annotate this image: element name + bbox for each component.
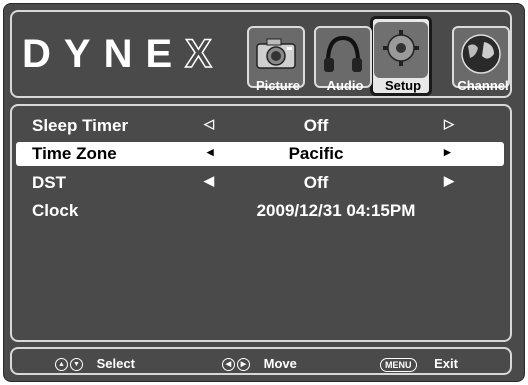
settings-panel <box>10 104 512 342</box>
exit-hint: MENU Exit <box>380 356 458 372</box>
move-hint: ◀ ▶ Move <box>222 356 297 372</box>
gear-icon <box>374 22 428 78</box>
sleep-timer-label: Sleep Timer <box>32 116 129 135</box>
left-arrow-icon[interactable]: ◀ <box>204 173 214 189</box>
move-hint-label: Move <box>263 356 297 371</box>
right-button-icon: ▶ <box>237 358 250 372</box>
left-button-icon: ◀ <box>222 358 235 372</box>
dynex-logo: DYNEX <box>22 31 225 77</box>
clock-label: Clock <box>32 201 79 220</box>
dst-value: Off <box>303 173 329 192</box>
left-arrow-icon[interactable]: ◁ <box>204 116 214 132</box>
tab-picture-label: Picture <box>255 78 301 93</box>
clock-value: 2009/12/31 04:15PM <box>256 201 416 220</box>
menu-row-time-zone[interactable]: Time Zone ◂ Pacific ▸ <box>16 142 504 166</box>
dst-label: DST <box>32 173 66 192</box>
select-hint-label: Select <box>96 356 135 371</box>
time-zone-label: Time Zone <box>32 144 117 163</box>
logo-main-text: DYNE <box>22 32 186 76</box>
tab-channel[interactable]: Channel <box>452 26 516 96</box>
right-arrow-icon[interactable]: ▸ <box>444 144 451 160</box>
right-arrow-icon[interactable]: ▷ <box>444 116 454 132</box>
right-arrow-icon[interactable]: ▶ <box>444 173 454 189</box>
exit-hint-label: Exit <box>434 356 458 371</box>
down-button-icon: ▼ <box>70 358 83 372</box>
menu-button-icon: MENU <box>380 357 417 372</box>
select-hint: ▲ ▼ Select <box>55 356 135 372</box>
tab-channel-label: Channel <box>457 78 509 93</box>
tab-setup-label: Setup <box>384 78 422 93</box>
menu-row-dst[interactable]: DST ◀ Off ▶ <box>16 171 504 195</box>
time-zone-value: Pacific <box>288 144 344 163</box>
left-arrow-icon[interactable]: ◂ <box>207 144 214 160</box>
menu-row-clock[interactable]: Clock 2009/12/31 04:15PM <box>16 199 504 223</box>
menu-row-sleep-timer[interactable]: Sleep Timer ◁ Off ▷ <box>16 114 504 138</box>
tab-picture[interactable]: Picture <box>247 26 311 96</box>
sleep-timer-value: Off <box>303 116 329 135</box>
tab-setup[interactable]: Setup <box>374 22 432 96</box>
logo-last-letter: X <box>184 31 225 77</box>
up-button-icon: ▲ <box>55 358 68 372</box>
